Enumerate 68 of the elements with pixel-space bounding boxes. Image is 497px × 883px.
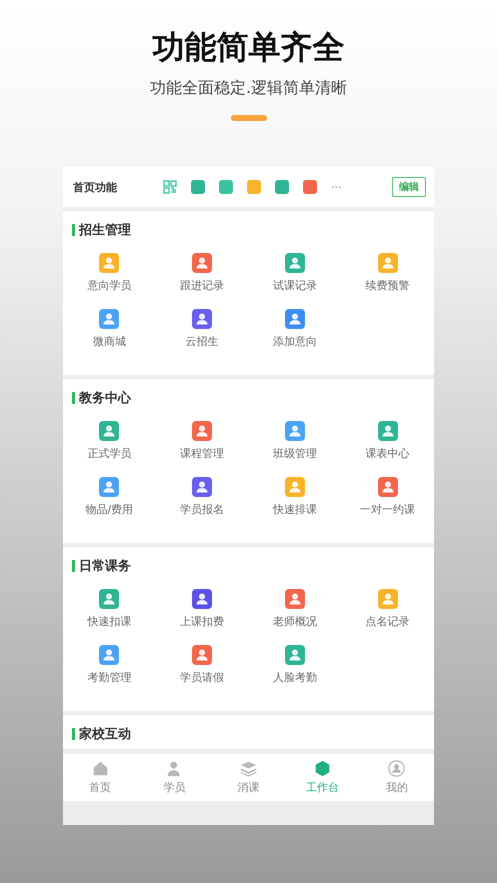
feature-label[interactable]: 学员报名 [180,502,224,517]
feature-label[interactable]: 快速扣课 [87,614,132,629]
person-app-icon[interactable] [99,309,120,329]
avatar-icon [388,760,406,777]
title-marker [72,224,75,236]
edit-button[interactable]: 编辑 [392,177,426,197]
person-app-icon[interactable] [99,589,120,609]
feature-label[interactable]: 续费预警 [366,278,410,293]
feature-label[interactable]: 上课扣费 [180,614,224,629]
hexagon-icon [314,760,332,777]
person-app-icon[interactable] [192,645,212,665]
person-app-icon[interactable] [192,309,212,329]
person-app-icon[interactable] [99,645,120,665]
tab[interactable]: 首页 [63,754,138,801]
person-app-icon[interactable] [284,589,305,609]
person-app-icon[interactable] [192,477,212,497]
person-app-icon[interactable] [378,421,398,441]
tab[interactable]: 我的 [360,754,434,801]
tab[interactable]: 消课 [211,754,286,801]
person-app-icon[interactable] [284,253,305,273]
person-app-icon[interactable] [192,589,212,609]
feature-label[interactable]: 添加意向 [272,334,317,349]
feature-label[interactable]: 课表中心 [366,446,410,461]
section-title: 招生管理 [79,222,131,239]
feature-label[interactable]: 人脸考勤 [272,670,317,685]
feature-label[interactable]: 试课记录 [272,278,317,293]
feature-label[interactable]: 微商城 [92,334,126,349]
qr-code-icon[interactable] [163,180,177,194]
headline: 功能简单齐全 [152,28,344,66]
person-app-icon[interactable] [284,309,305,329]
person-app-icon[interactable] [284,421,305,441]
feature-label[interactable]: 正式学员 [87,446,132,461]
app-icon[interactable] [191,180,205,194]
feature-label[interactable]: 学员请假 [180,670,224,685]
subtitle: 功能全面稳定.逻辑简单清晰 [150,78,348,99]
app-icon[interactable] [247,180,261,194]
accent-bar [230,115,266,121]
app-icon[interactable] [219,180,233,194]
section-title: 日常课务 [79,558,131,575]
feature-label[interactable]: 意向学员 [87,278,132,293]
home-icon [92,760,109,777]
feature-label[interactable]: 跟进记录 [180,278,224,293]
person-app-icon[interactable] [192,253,212,273]
app-icon[interactable] [275,180,289,194]
person-app-icon[interactable] [284,645,305,665]
person-app-icon[interactable] [99,477,120,497]
person-app-icon[interactable] [99,421,120,441]
feature-label[interactable]: 班级管理 [272,446,317,461]
title-marker [72,392,75,404]
feature-label[interactable]: 一对一约课 [360,502,416,517]
feature-label[interactable]: 课程管理 [180,446,224,461]
feature-label[interactable]: 快速排课 [272,502,317,517]
title-marker [72,560,75,572]
title-marker [72,728,75,740]
person-app-icon[interactable] [192,421,212,441]
feature-label[interactable]: 考勤管理 [87,670,132,685]
header-title: 首页功能 [73,180,118,194]
section-title: 教务中心 [79,390,131,407]
feature-label[interactable]: 点名记录 [366,614,410,629]
layers-icon [240,760,257,777]
feature-label[interactable]: 云招生 [186,334,219,349]
section-title: 家校互动 [79,726,131,743]
app-icon[interactable] [303,180,317,194]
person-app-icon[interactable] [378,477,398,497]
more-icon[interactable]: ··· [331,180,342,194]
feature-label[interactable]: 物品/费用 [86,502,134,517]
feature-label[interactable]: 老师概况 [272,614,317,629]
tab[interactable]: 学员 [137,754,212,801]
